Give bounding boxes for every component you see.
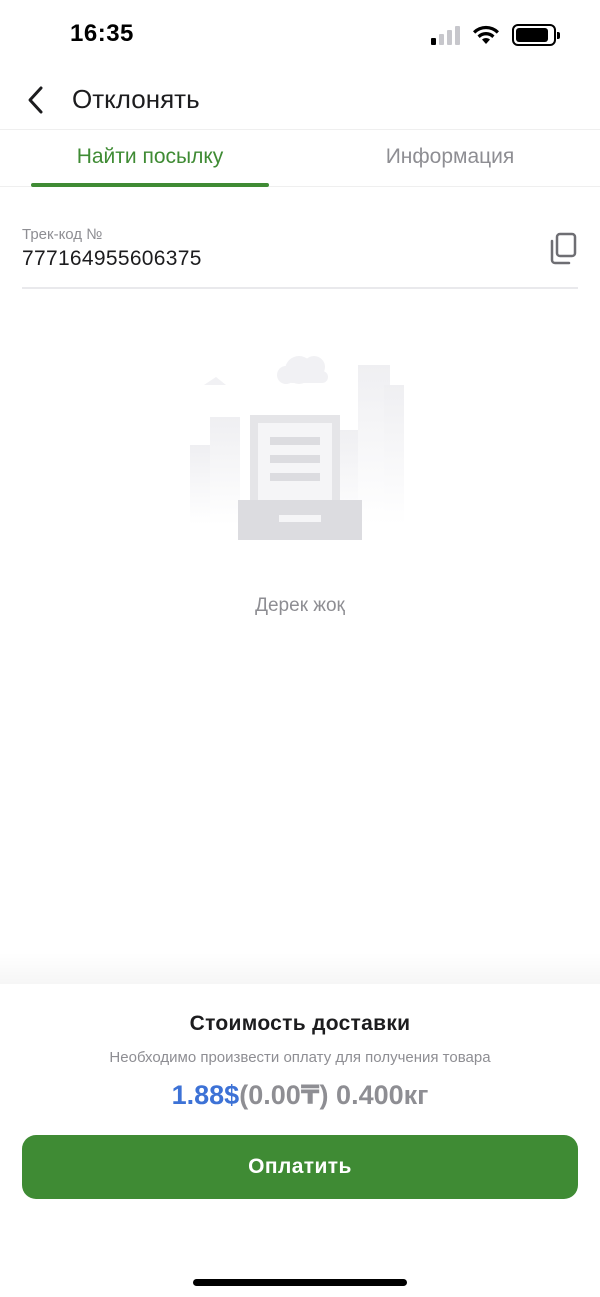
cellular-signal-icon [431,25,460,45]
copy-button[interactable] [548,232,578,266]
tab-find-parcel[interactable]: Найти посылку [31,145,269,169]
status-icons [431,24,560,46]
empty-document-tray-icon [190,356,404,540]
back-button[interactable] [16,80,56,120]
tab-bar: Найти посылку Информация [0,131,600,187]
empty-state-text: Дерек жоқ [255,595,345,616]
wifi-icon [473,25,499,44]
status-time: 16:35 [70,20,134,47]
tab-information[interactable]: Информация [350,145,550,169]
track-code-field: Трек-код № 777164955606375 [22,222,578,289]
home-indicator [193,1279,407,1286]
delivery-cost-subtitle: Необходимо произвести оплату для получен… [109,1049,491,1066]
battery-level [516,28,549,42]
page-title: Отклонять [72,84,200,114]
track-code-value: 777164955606375 [22,247,202,270]
copy-icon [550,232,577,265]
sheet-shadow [0,952,600,984]
parcel-weight: 0.400кг [336,1080,429,1110]
delivery-cost-title: Стоимость доставки [189,1012,411,1035]
status-bar: 16:35 [0,0,600,72]
active-tab-indicator [31,183,269,187]
price-usd: 1.88$ [171,1080,240,1110]
track-code-label: Трек-код № [22,226,103,243]
price-kzt: (0.00₸) [239,1080,329,1110]
battery-icon [512,24,560,46]
chevron-left-icon [28,86,43,114]
nav-bar: Отклонять [0,72,600,130]
payment-sheet: Стоимость доставки Необходимо произвести… [0,984,600,1297]
pay-button[interactable]: Оплатить [22,1135,578,1199]
delivery-price: 1.88$(0.00₸) 0.400кг [0,1080,600,1111]
